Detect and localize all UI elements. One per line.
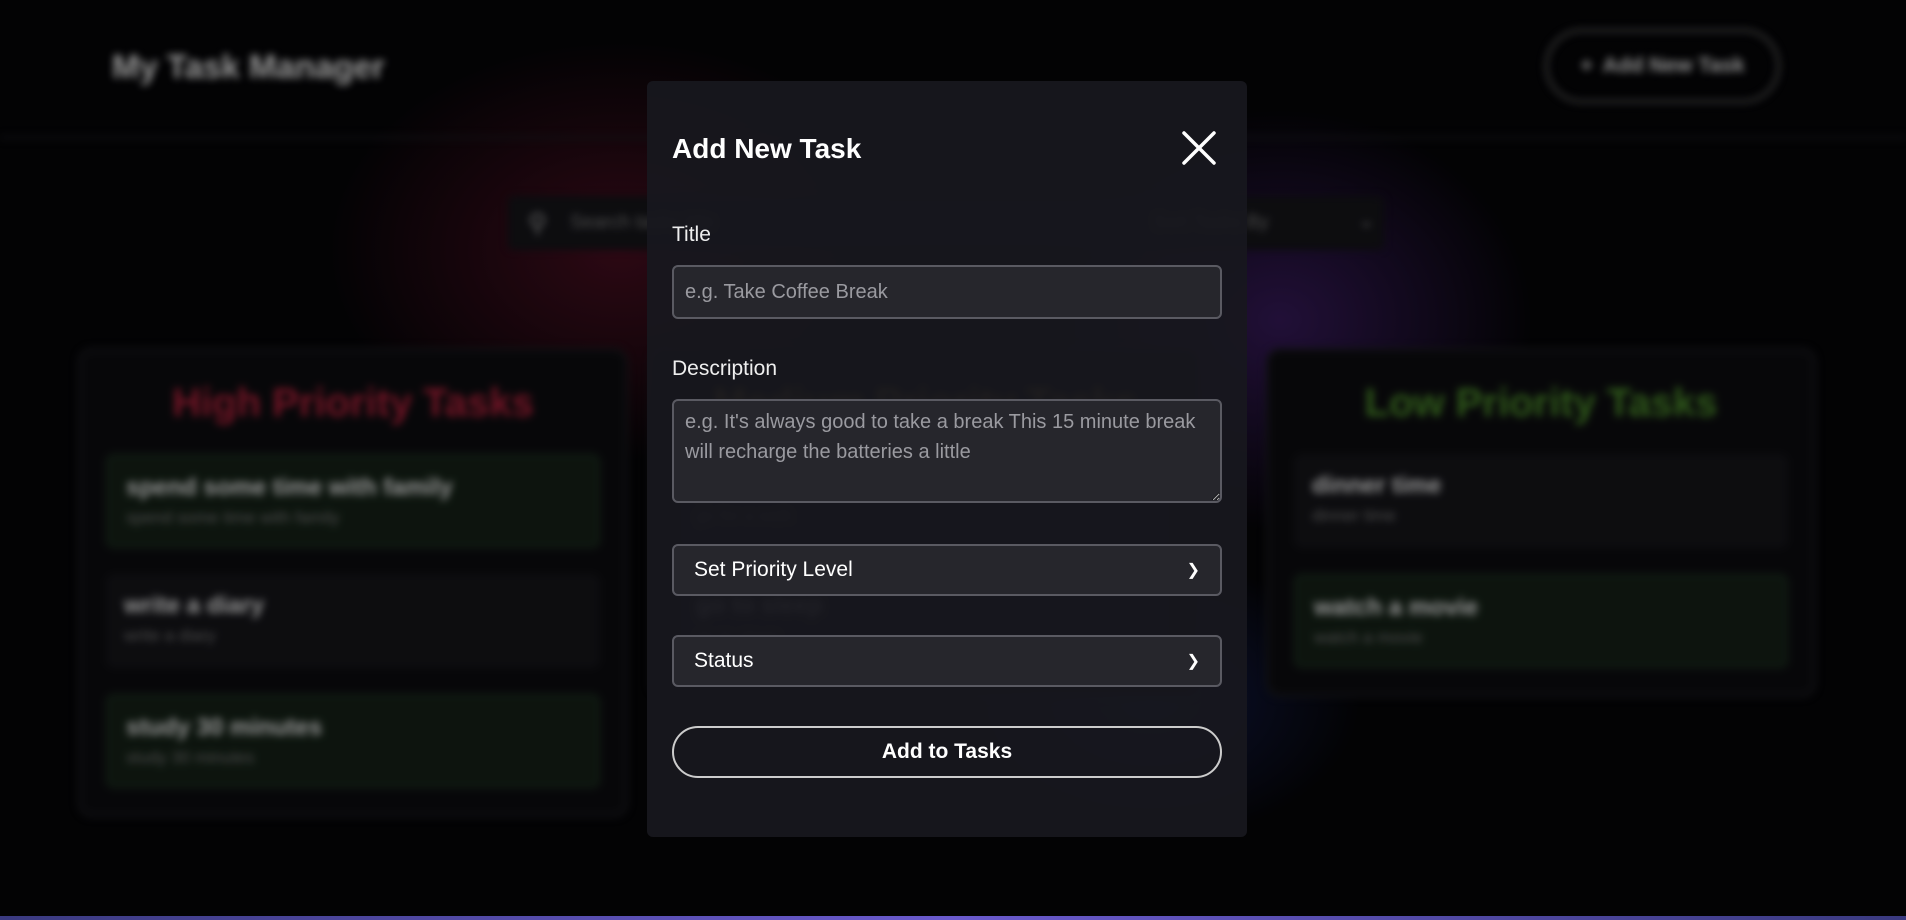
- chevron-down-icon: ❯: [1186, 653, 1200, 670]
- description-label: Description: [672, 357, 778, 380]
- add-task-modal: Add New Task Title Description Set Prior…: [647, 81, 1247, 837]
- title-input[interactable]: [672, 265, 1222, 319]
- add-to-tasks-button[interactable]: Add to Tasks: [672, 726, 1222, 778]
- status-select-value: Status: [694, 649, 754, 672]
- priority-select[interactable]: Set Priority Level ❯: [672, 544, 1222, 596]
- chevron-down-icon: ❯: [1186, 562, 1200, 579]
- close-icon[interactable]: [1182, 131, 1216, 165]
- bottom-accent-line: [0, 916, 1906, 920]
- description-textarea[interactable]: [672, 399, 1222, 503]
- priority-select-value: Set Priority Level: [694, 558, 853, 581]
- status-select[interactable]: Status ❯: [672, 635, 1222, 687]
- title-label: Title: [672, 223, 711, 246]
- modal-title: Add New Task: [672, 133, 862, 164]
